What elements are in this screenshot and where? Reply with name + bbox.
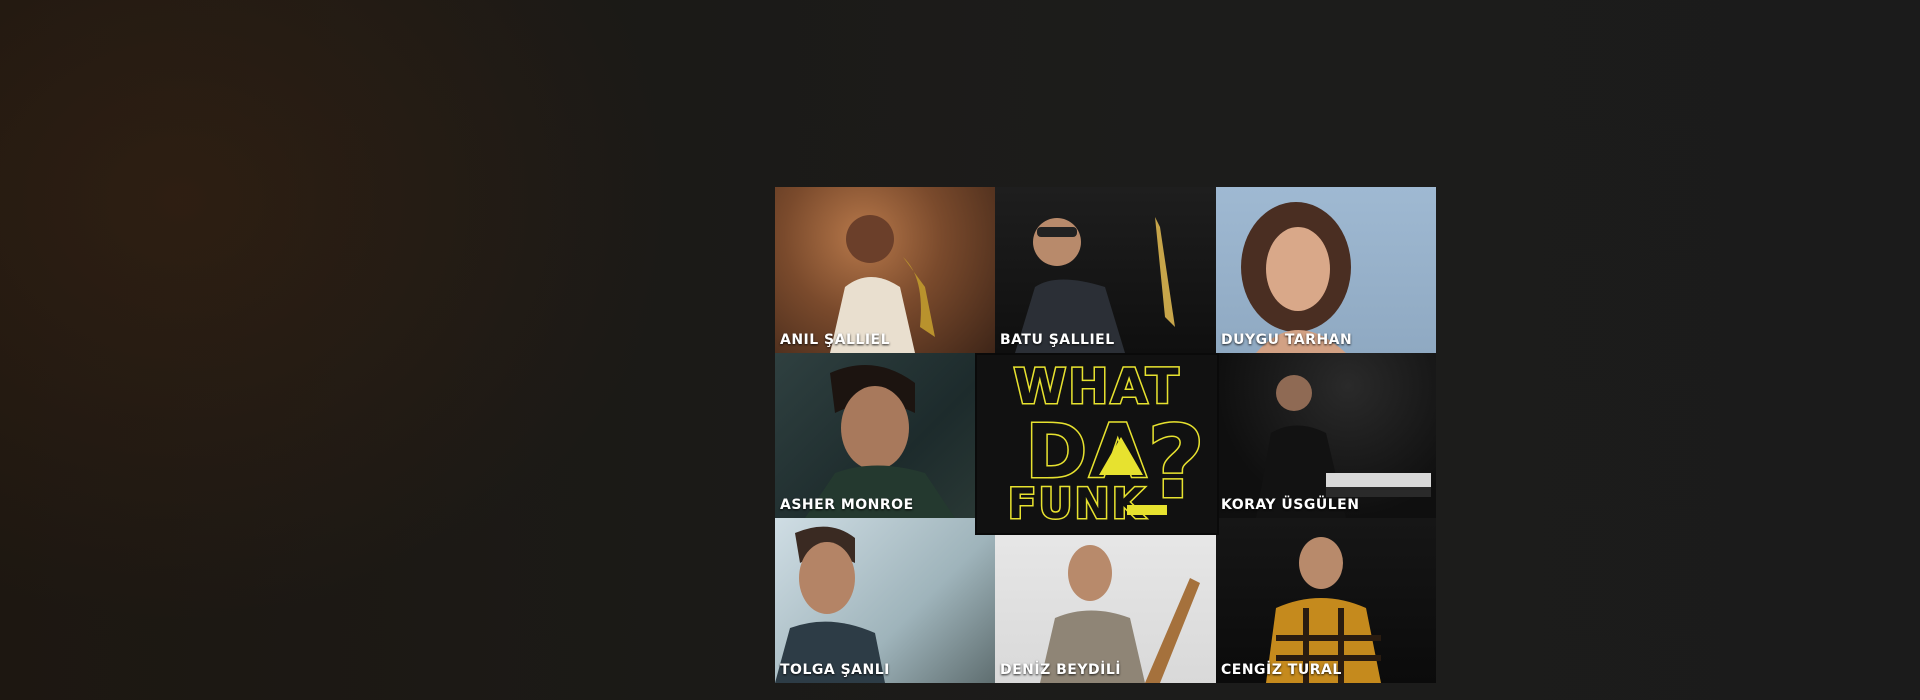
artist-name: DUYGU TARHAN <box>1221 332 1353 348</box>
artist-name: TOLGA ŞANLI <box>780 662 890 678</box>
artist-tile-tolga-sanli: TOLGA ŞANLI <box>775 518 995 683</box>
artist-name: DENİZ BEYDİLİ <box>1000 662 1121 678</box>
artist-photo <box>1015 217 1175 353</box>
artist-photo <box>830 215 935 353</box>
artist-tile-duygu-tarhan: DUYGU TARHAN <box>1216 187 1436 353</box>
logo-tile: WHAT DA ? FUNK <box>975 353 1219 535</box>
artist-photo <box>1241 202 1351 353</box>
logo-line-funk: FUNK <box>1006 479 1147 528</box>
artist-name: ASHER MONROE <box>780 497 914 513</box>
artist-name: BATU ŞALLIEL <box>1000 332 1115 348</box>
logo-dash <box>1127 505 1167 515</box>
artist-photo <box>1040 545 1200 683</box>
artist-tile-cengiz-tural: CENGİZ TURAL <box>1216 518 1436 683</box>
artist-name: KORAY ÜSGÜLEN <box>1221 497 1360 513</box>
artist-tile-anil-salliel: ANIL ŞALLIEL <box>775 187 995 353</box>
event-poster: ANIL ŞALLIEL BATU ŞALLIEL DUYGU TARHAN A… <box>775 187 1436 683</box>
artist-photo <box>1266 537 1381 683</box>
logo-triangle <box>1099 437 1143 475</box>
artist-name: ANIL ŞALLIEL <box>780 332 891 348</box>
artist-tile-deniz-beydili: DENİZ BEYDİLİ <box>995 518 1216 683</box>
artist-tile-batu-salliel: BATU ŞALLIEL <box>995 187 1216 353</box>
artist-photo <box>1256 375 1431 518</box>
artist-photo <box>775 526 885 683</box>
artist-tile-koray-usgulen: KORAY ÜSGÜLEN <box>1216 353 1436 518</box>
artist-name: CENGİZ TURAL <box>1221 662 1342 678</box>
what-da-funk-logo: WHAT DA ? FUNK <box>975 353 1219 535</box>
